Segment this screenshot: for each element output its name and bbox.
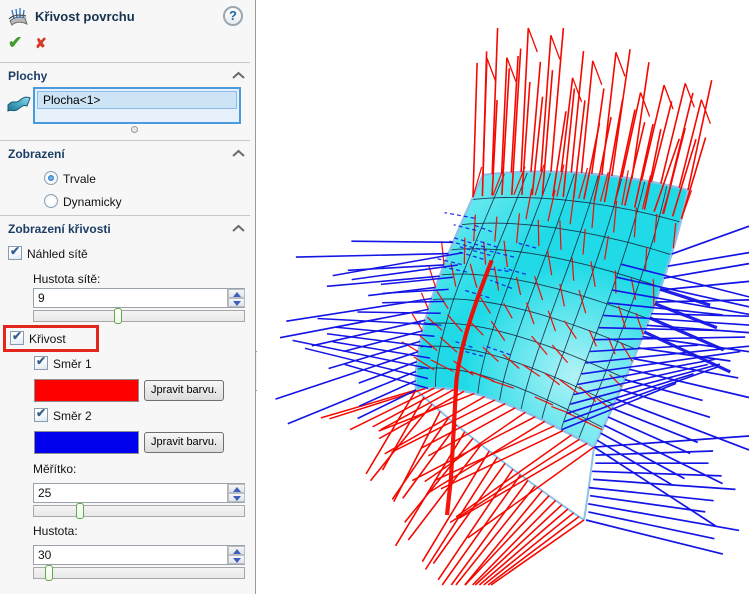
meritko-label: Měřítko: (33, 462, 77, 476)
section-header-zobrazeni: Zobrazení (8, 147, 65, 161)
selected-face-item[interactable]: Plocha<1> (37, 91, 237, 109)
section-divider (0, 215, 250, 216)
spin-buttons (227, 289, 245, 307)
property-manager-panel: Křivost povrchu ? ✔ ✘ Plochy Plocha<1> Z… (0, 0, 256, 594)
scale-spinner[interactable]: 25 (33, 483, 245, 503)
scale-slider[interactable] (33, 503, 245, 519)
curvature-comb-render (275, 27, 750, 586)
triangle-up-icon (233, 292, 241, 297)
density-spinner[interactable]: 30 (33, 545, 245, 565)
mesh-density-spinner[interactable]: 9 (33, 288, 245, 308)
help-icon[interactable]: ? (223, 6, 243, 26)
spin-buttons (227, 484, 245, 502)
section-header-zobrazeni-krivosti: Zobrazení křivosti (8, 222, 111, 236)
check-icon: ✔ (36, 406, 47, 420)
triangle-down-icon (233, 558, 241, 563)
hustota-site-label: Hustota sítě: (33, 272, 101, 286)
collapse-chevron-icon[interactable] (232, 149, 245, 158)
3d-viewport[interactable] (257, 0, 750, 594)
slider-thumb[interactable] (44, 565, 53, 581)
section-header-plochy: Plochy (8, 69, 48, 83)
smer1-edit-color-button[interactable]: Jpravit barvu. (144, 380, 224, 401)
slider-thumb[interactable] (76, 503, 85, 519)
smer1-color-swatch (34, 379, 139, 402)
triangle-up-icon (233, 487, 241, 492)
radio-dynamicky-label[interactable]: Dynamicky (63, 195, 122, 209)
triangle-down-icon (233, 301, 241, 306)
surface-curvature-icon (8, 8, 28, 26)
triangle-up-icon (233, 549, 241, 554)
smer2-edit-color-button[interactable]: Jpravit barvu. (144, 432, 224, 453)
check-icon: ✔ (10, 244, 21, 258)
krivost-label[interactable]: Křivost (29, 332, 66, 346)
spin-down-button[interactable] (228, 555, 245, 564)
spin-up-button[interactable] (228, 289, 245, 298)
nahled-site-checkbox[interactable]: ✔ (8, 244, 22, 260)
smer1-label[interactable]: Směr 1 (53, 357, 92, 371)
mesh-density-value: 9 (38, 291, 45, 305)
mesh-density-slider[interactable] (33, 308, 245, 324)
smer2-checkbox[interactable]: ✔ (34, 406, 48, 422)
panel-titlebar: Křivost povrchu ? (0, 0, 255, 32)
density-value: 30 (38, 548, 52, 562)
triangle-down-icon (233, 496, 241, 501)
smer1-checkbox[interactable]: ✔ (34, 354, 48, 370)
spin-down-button[interactable] (228, 493, 245, 502)
check-icon: ✔ (36, 354, 47, 368)
nahled-site-label[interactable]: Náhled sítě (27, 247, 88, 261)
section-divider (0, 140, 250, 141)
cancel-button[interactable]: ✘ (35, 35, 47, 52)
listbox-resize-grip[interactable] (131, 126, 138, 133)
radio-dynamicky[interactable] (44, 194, 58, 208)
krivost-checkbox[interactable]: ✔ (10, 329, 24, 345)
scale-value: 25 (38, 486, 52, 500)
panel-title: Křivost povrchu (35, 9, 135, 24)
radio-trvale-label[interactable]: Trvale (63, 172, 96, 186)
section-divider (0, 62, 250, 63)
hustota-label: Hustota: (33, 524, 78, 538)
spin-up-button[interactable] (228, 546, 245, 555)
ok-button[interactable]: ✔ (8, 33, 22, 53)
radio-trvale[interactable] (44, 171, 58, 185)
check-icon: ✔ (12, 329, 23, 343)
spin-buttons (227, 546, 245, 564)
spin-down-button[interactable] (228, 298, 245, 307)
spin-up-button[interactable] (228, 484, 245, 493)
face-select-icon (7, 96, 31, 112)
smer2-label[interactable]: Směr 2 (53, 409, 92, 423)
smer2-color-swatch (34, 431, 139, 454)
slider-thumb[interactable] (114, 308, 122, 324)
density-slider[interactable] (33, 565, 245, 581)
application-window: Křivost povrchu ? ✔ ✘ Plochy Plocha<1> Z… (0, 0, 750, 594)
faces-selection-listbox[interactable]: Plocha<1> (33, 87, 241, 124)
collapse-chevron-icon[interactable] (232, 71, 245, 80)
collapse-chevron-icon[interactable] (232, 224, 245, 233)
